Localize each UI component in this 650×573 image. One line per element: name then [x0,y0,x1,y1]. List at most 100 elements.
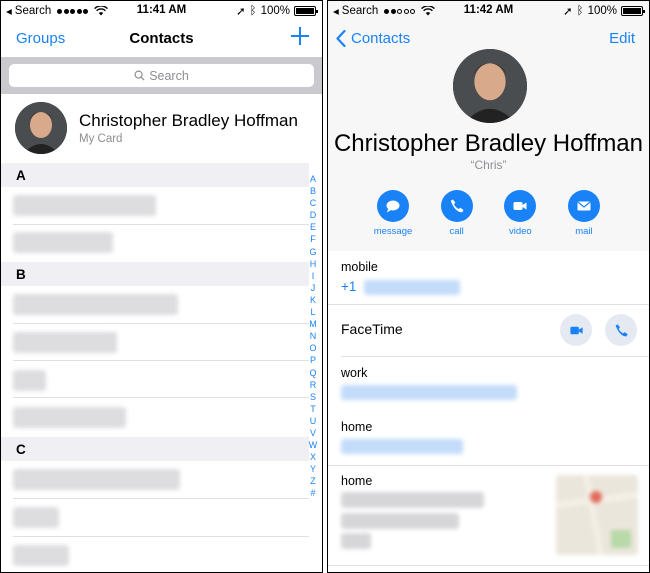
contacts-list-screen: ◂ Search 11:41 AM ➚ ᛒ 100% Groups Contac… [0,0,323,573]
list-item[interactable] [13,407,126,428]
mobile-number[interactable] [364,280,460,295]
index-letter[interactable]: J [311,282,316,294]
contact-detail-screen: ◂ Search 11:42 AM ➚ ᛒ 100% Contacts Edit… [327,0,650,573]
video-icon [569,326,583,334]
index-letter[interactable]: L [310,306,315,318]
index-letter[interactable]: H [310,258,317,270]
avatar [15,102,67,154]
my-card-row[interactable]: Christopher Bradley Hoffman My Card [1,94,322,163]
index-letter[interactable]: Z [310,475,316,487]
bluetooth-icon: ᛒ [576,5,584,17]
list-item[interactable] [13,370,46,391]
page-title: Contacts [129,30,194,47]
call-button[interactable]: call [427,190,487,237]
back-label: Contacts [351,30,411,47]
index-letter[interactable]: F [310,233,316,245]
index-letter[interactable]: B [310,185,316,197]
my-card-subtitle: My Card [79,133,123,145]
index-letter[interactable]: A [310,173,316,185]
home-email-label: home [341,420,373,434]
list-item[interactable] [13,195,156,216]
index-letter[interactable]: W [309,439,318,451]
index-letter[interactable]: # [310,487,315,499]
facetime-video-button[interactable] [560,314,592,346]
video-icon [513,202,527,210]
status-right-icons: ➚ ᛒ 100% [236,4,318,18]
index-letter[interactable]: D [310,209,317,221]
index-letter[interactable]: I [312,270,315,282]
index-letter[interactable]: G [309,246,316,258]
section-header-b: B [1,262,309,286]
divider [13,323,309,324]
list-item[interactable] [13,507,59,528]
index-letter[interactable]: Y [310,463,316,475]
add-contact-button[interactable] [291,27,309,45]
message-button[interactable]: message [363,190,423,237]
index-letter[interactable]: V [310,427,316,439]
index-letter[interactable]: U [310,415,317,427]
call-label: call [449,226,464,237]
index-letter[interactable]: N [310,330,317,342]
index-letter[interactable]: P [310,354,316,366]
chevron-left-icon [336,30,346,47]
divider [13,360,309,361]
section-header-c: C [1,437,309,461]
contact-nickname: “Chris” [470,158,507,172]
index-letter[interactable]: Q [309,367,316,379]
divider [13,397,309,398]
work-email-label: work [341,366,368,380]
divider [341,356,649,357]
back-to-contacts-button[interactable]: Contacts [336,30,410,47]
list-item[interactable] [13,469,180,490]
divider [13,224,309,225]
search-input[interactable]: Search [9,64,314,87]
edit-button[interactable]: Edit [609,30,635,47]
list-item[interactable] [13,232,113,253]
index-letter[interactable]: C [310,197,317,209]
battery-percent: 100% [260,5,290,17]
battery-percent: 100% [587,5,617,17]
divider [328,304,649,305]
mobile-number-prefix[interactable]: +1 [341,279,356,294]
battery-icon [294,6,318,16]
index-letter[interactable]: R [310,379,317,391]
list-item[interactable] [13,294,178,315]
search-icon [134,70,145,81]
address-line[interactable] [341,533,371,549]
status-bar: ◂ Search 11:41 AM ➚ ᛒ 100% [1,1,322,21]
work-email-value[interactable] [341,385,517,400]
address-line[interactable] [341,492,484,508]
facetime-audio-button[interactable] [605,314,637,346]
home-address-label: home [341,474,373,488]
search-bar: Search [1,57,322,94]
status-bar: ◂ Search 11:42 AM ➚ ᛒ 100% [328,1,649,21]
index-letter[interactable]: K [310,294,316,306]
index-letter[interactable]: O [309,342,316,354]
index-letter[interactable]: X [310,451,316,463]
video-button[interactable]: video [490,190,550,237]
location-icon: ➚ [563,6,573,18]
quick-actions: message call video mail [363,190,614,237]
home-email-value[interactable] [341,439,463,454]
index-letter[interactable]: T [310,403,316,415]
address-map-thumbnail[interactable] [556,475,638,555]
message-label: message [373,226,413,237]
list-item[interactable] [13,332,117,353]
facetime-label: FaceTime [341,321,403,337]
divider [13,498,309,499]
mail-button[interactable]: mail [554,190,614,237]
section-index[interactable]: A B C D E F G H I J K L M N O P Q R S T U V W X Y Z # [304,173,322,500]
address-line[interactable] [341,513,459,529]
search-placeholder: Search [149,68,189,83]
mail-icon [577,201,591,211]
divider [13,536,309,537]
divider [328,465,649,466]
mobile-label: mobile [341,260,378,274]
index-letter[interactable]: S [310,391,316,403]
location-icon: ➚ [236,6,246,18]
list-item[interactable] [13,545,69,566]
phone-icon [450,199,464,213]
index-letter[interactable]: M [309,318,317,330]
my-card-name: Christopher Bradley Hoffman [79,111,298,130]
index-letter[interactable]: E [310,221,316,233]
